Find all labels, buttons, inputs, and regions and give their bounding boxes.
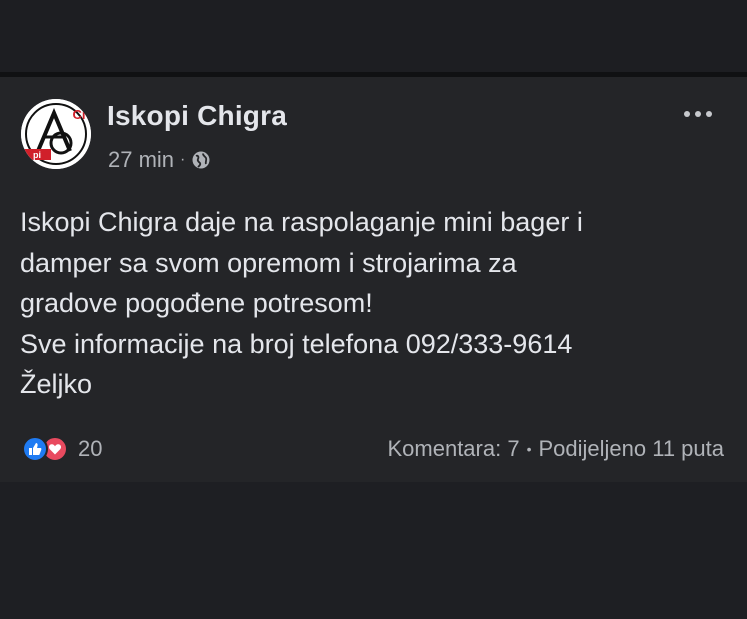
post-timestamp[interactable]: 27 min bbox=[108, 147, 174, 173]
post-meta: 27 min · bbox=[108, 145, 211, 175]
post-body-line: Sve informacije na broj telefona 092/333… bbox=[20, 328, 573, 359]
globe-icon[interactable] bbox=[191, 150, 211, 170]
comments-count[interactable]: Komentara: 7 bbox=[387, 436, 519, 462]
more-dot-icon bbox=[684, 111, 690, 117]
avatar-logo-icon: pi Ci bbox=[21, 99, 91, 169]
more-dot-icon bbox=[695, 111, 701, 117]
post-body-line: Željko bbox=[20, 369, 93, 399]
post-author-name[interactable]: Iskopi Chigra bbox=[107, 100, 287, 132]
feed-top-area bbox=[0, 0, 747, 72]
feed-bottom-area bbox=[0, 482, 747, 619]
more-dot-icon bbox=[706, 111, 712, 117]
shares-count[interactable]: Podijeljeno 11 puta bbox=[538, 436, 724, 462]
svg-text:pi: pi bbox=[33, 150, 41, 160]
like-icon bbox=[22, 436, 48, 462]
post-body: Iskopi Chigra daje na raspolaganje mini … bbox=[20, 202, 730, 405]
post-stats: Komentara: 7 • Podijeljeno 11 puta bbox=[387, 434, 724, 464]
stats-separator: • bbox=[526, 441, 532, 457]
reaction-count[interactable]: 20 bbox=[78, 436, 102, 462]
post-body-line: Iskopi Chigra daje na raspolaganje mini … bbox=[20, 207, 583, 237]
post-body-line: damper sa svom opremom i strojarima za bbox=[20, 247, 517, 278]
post-options-button[interactable] bbox=[678, 104, 718, 124]
avatar[interactable]: pi Ci bbox=[21, 99, 91, 169]
meta-separator: · bbox=[180, 151, 186, 168]
post-body-line: gradove pogođene potresom! bbox=[20, 288, 373, 318]
reactions-summary[interactable]: 20 bbox=[22, 434, 102, 464]
